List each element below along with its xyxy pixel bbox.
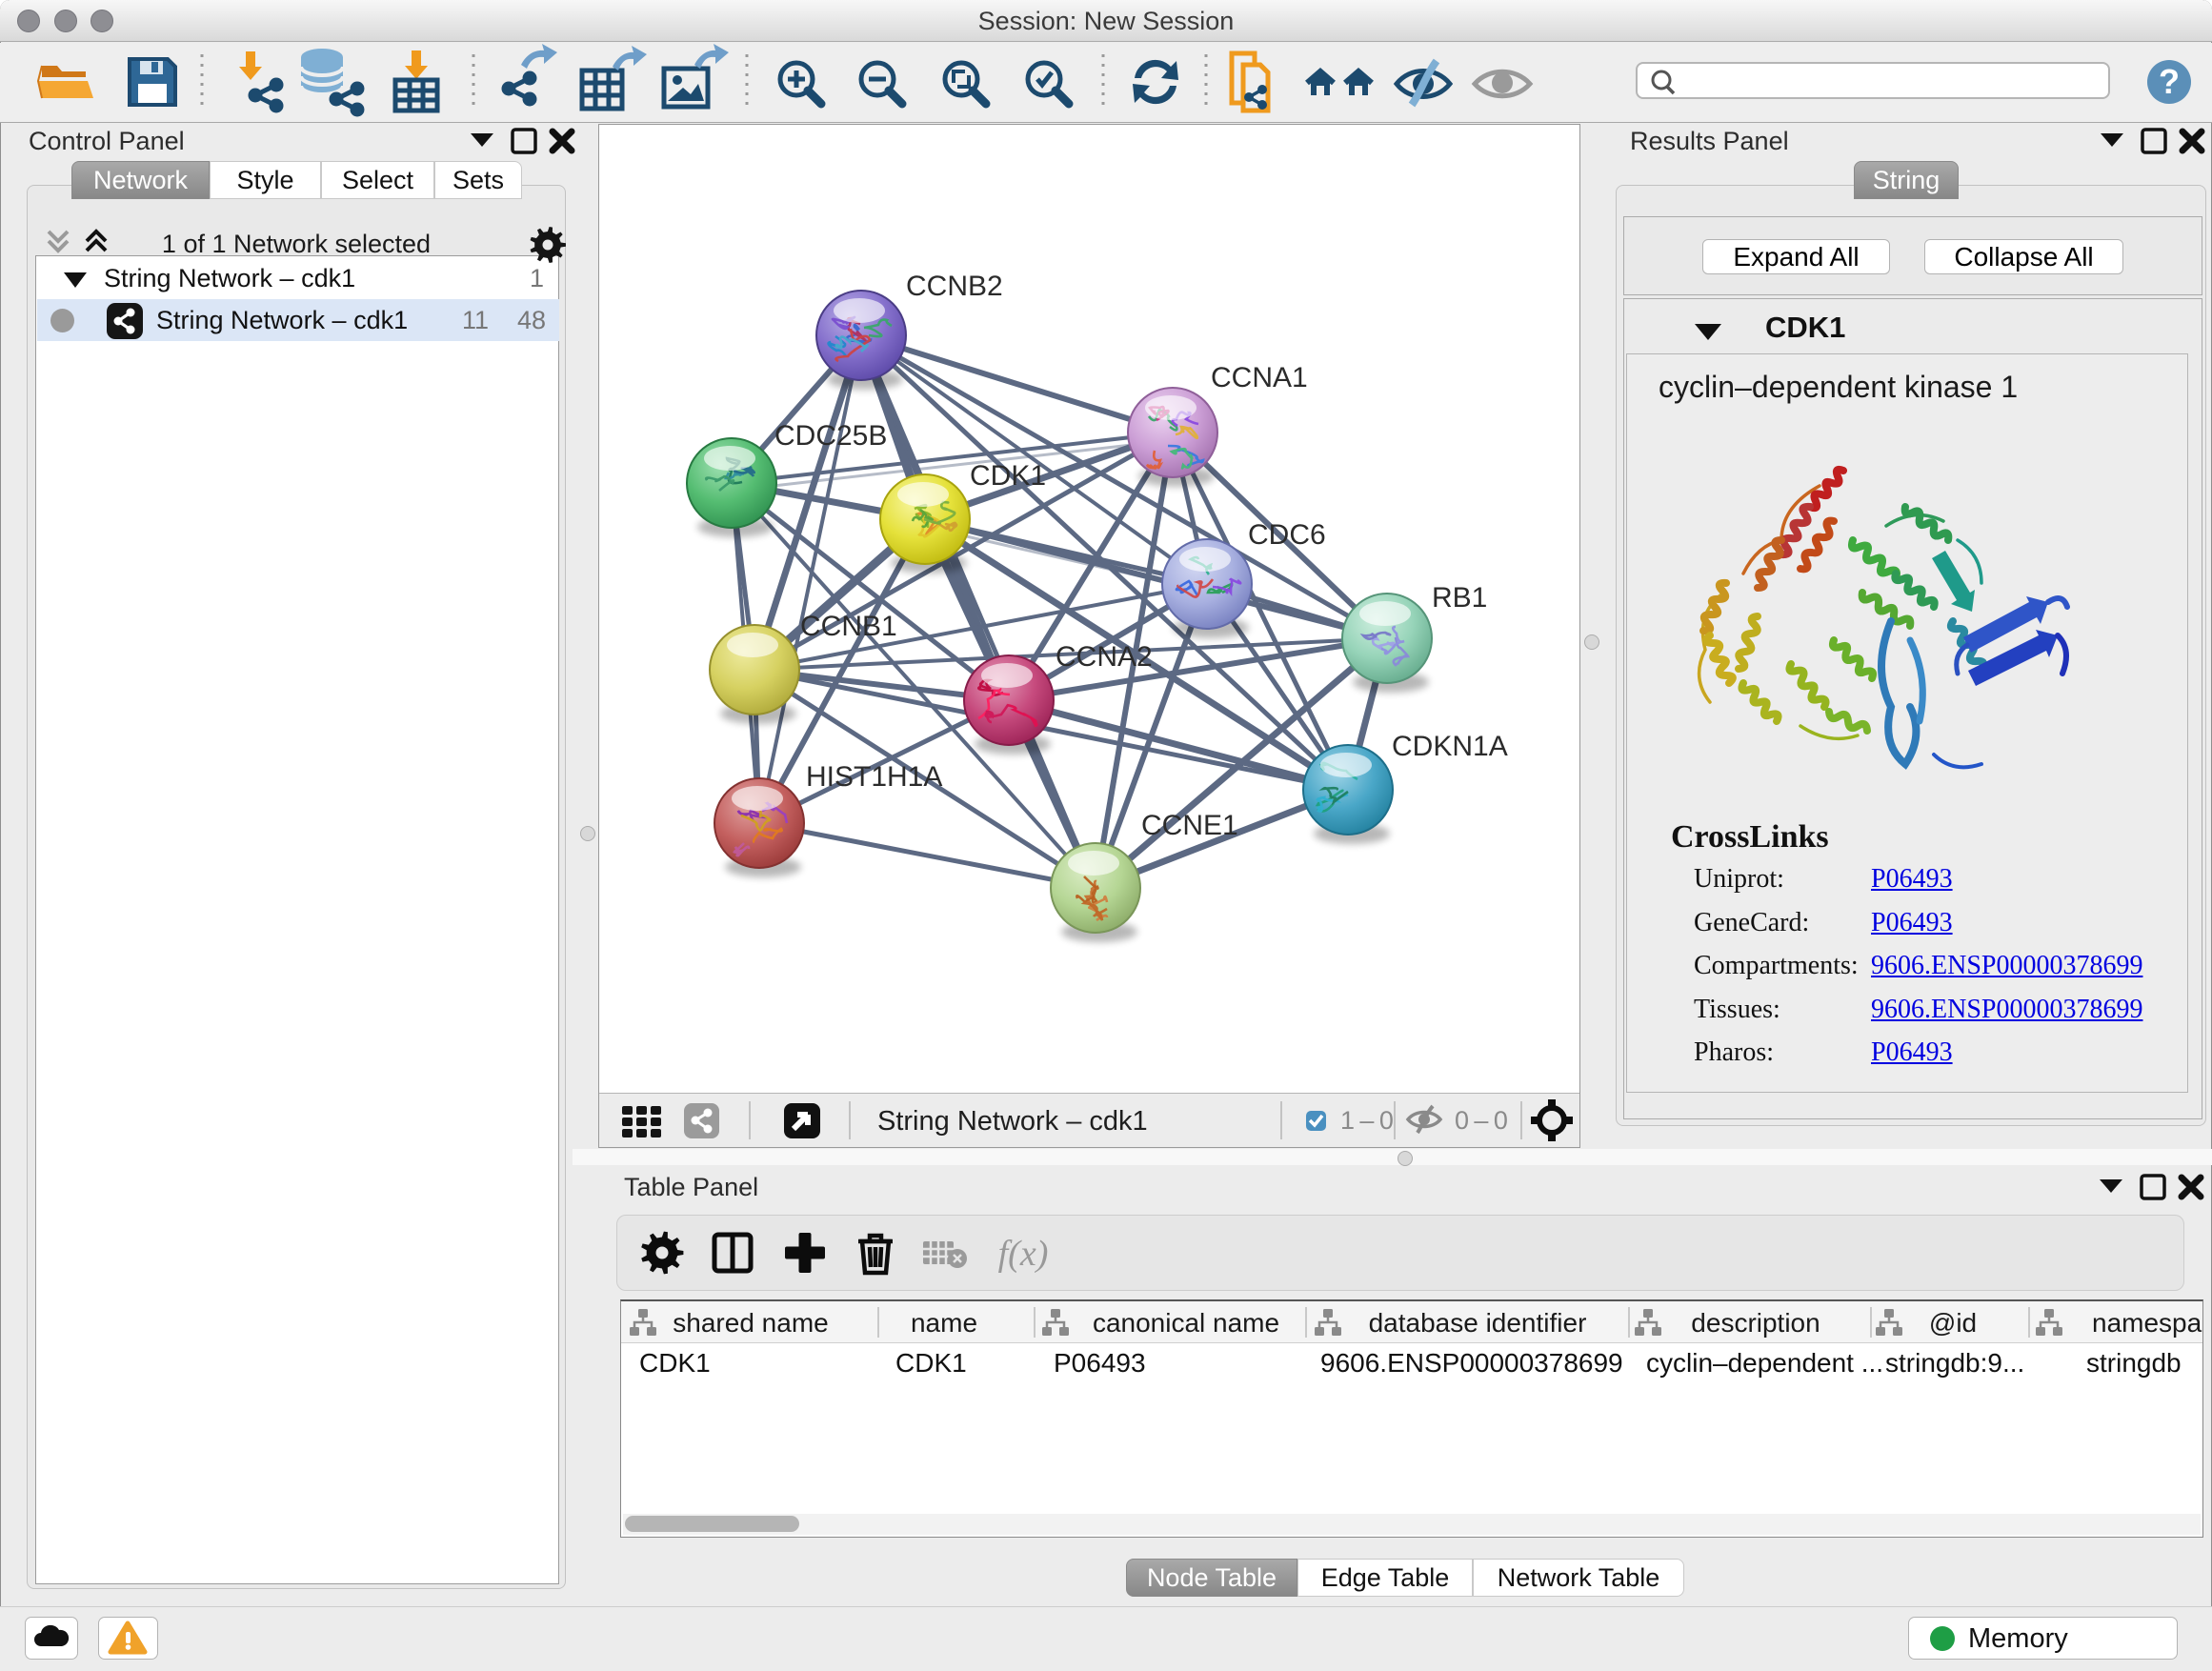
svg-text:CDK1: CDK1 xyxy=(970,460,1046,492)
svg-text:CDC6: CDC6 xyxy=(1248,519,1326,551)
svg-text:1 – 0: 1 – 0 xyxy=(1340,1106,1394,1135)
svg-text:database identifier: database identifier xyxy=(1369,1308,1587,1338)
svg-text:name: name xyxy=(911,1308,977,1338)
svg-text:String Network – cdk1: String Network – cdk1 xyxy=(877,1106,1148,1137)
svg-text:0 – 0: 0 – 0 xyxy=(1455,1106,1508,1135)
svg-text:CDC25B: CDC25B xyxy=(774,420,887,452)
svg-text:description: description xyxy=(1691,1308,1820,1338)
svg-text:CCNA2: CCNA2 xyxy=(1056,641,1153,673)
svg-text:CCNB2: CCNB2 xyxy=(906,271,1003,302)
svg-text:f(x): f(x) xyxy=(998,1234,1049,1274)
svg-text:CCNB1: CCNB1 xyxy=(800,611,897,642)
svg-text:CCNE1: CCNE1 xyxy=(1141,810,1238,841)
svg-text:@id: @id xyxy=(1929,1308,1977,1338)
svg-text:HIST1H1A: HIST1H1A xyxy=(806,761,942,793)
svg-text:CDKN1A: CDKN1A xyxy=(1392,731,1508,762)
svg-text:?: ? xyxy=(2159,62,2180,101)
svg-text:namespac: namespac xyxy=(2092,1308,2202,1338)
svg-text:CCNA1: CCNA1 xyxy=(1211,362,1308,393)
svg-text:shared name: shared name xyxy=(673,1308,828,1338)
svg-text:canonical name: canonical name xyxy=(1093,1308,1279,1338)
svg-text:RB1: RB1 xyxy=(1432,582,1487,614)
